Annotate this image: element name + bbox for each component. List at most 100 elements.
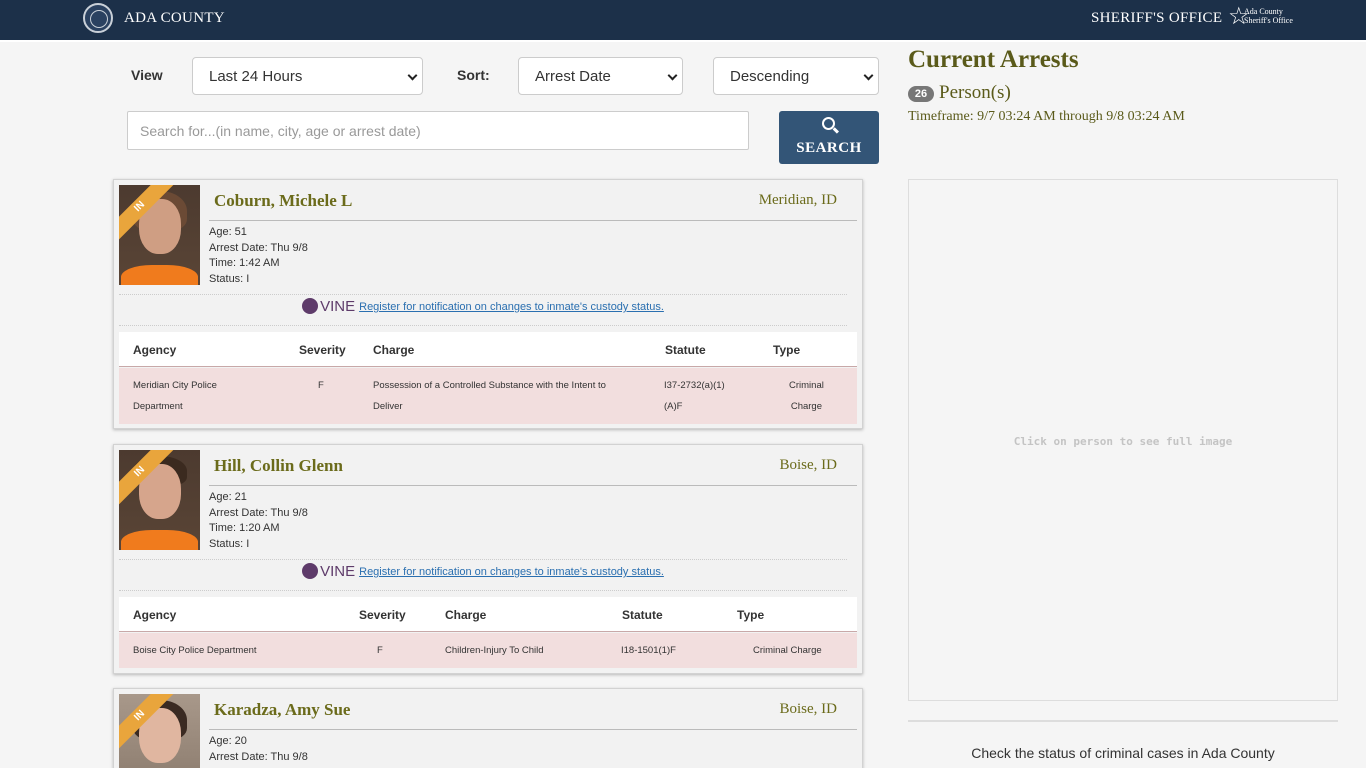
col-statute: Statute [622,608,663,622]
inmate-city: Meridian, ID [758,192,837,208]
mugshot-shirt [121,265,198,285]
col-charge: Charge [373,343,415,357]
inmate-details: Age: 20 Arrest Date: Thu 9/8 [209,734,308,765]
charge-description: Children-Injury To Child [445,645,544,656]
mugshot[interactable]: IN [119,694,200,768]
vine-brand: VINE [320,298,356,316]
order-select[interactable]: Descending [713,57,879,95]
search-icon [822,117,835,130]
inmate-name[interactable]: Hill, Collin Glenn [214,456,343,476]
arrest-card: IN Coburn, Michele L Meridian, ID Age: 5… [113,179,863,429]
vine-notification: VINE Register for notification on changes… [119,294,847,326]
col-agency: Agency [133,608,177,622]
sort-select[interactable]: Arrest Date [518,57,683,95]
person-count-badge: 26 [908,86,934,102]
arrest-date: Arrest Date: Thu 9/8 [209,241,308,254]
arrest-card: IN Karadza, Amy Sue Boise, ID Age: 20 Ar… [113,688,863,768]
arrest-time: Time: 1:20 AM [209,522,280,534]
col-charge: Charge [445,608,487,622]
charge-agency-line: Meridian City Police [133,380,217,391]
custody-status: Status: I [209,537,250,550]
arrest-date: Arrest Date: Thu 9/8 [209,750,308,763]
charge-type: Criminal Charge [753,645,822,656]
charge-statute: I37-2732(a)(1) (A)F [664,375,725,417]
inmate-name[interactable]: Karadza, Amy Sue [214,700,350,720]
name-divider [209,220,857,221]
mugshot-shirt [121,530,198,550]
timeframe-text: Timeframe: 9/7 03:24 AM through 9/8 03:2… [908,109,1185,124]
charge-statute-line: (A)F [664,401,683,412]
top-navbar: ADA COUNTY SHERIFF'S OFFICE ☆ Ada County… [0,0,1366,40]
search-button[interactable]: SEARCH [779,111,879,164]
charge-type: Criminal Charge [789,375,824,417]
navbar-divider [0,40,1366,42]
sheriffs-office-link[interactable]: SHERIFF'S OFFICE [1091,10,1222,27]
case-status-link[interactable]: Check the status of criminal cases in Ad… [908,745,1338,761]
charge-severity: F [377,645,383,656]
charge-statute: I18-1501(1)F [621,645,676,656]
charge-agency: Boise City Police Department [133,645,257,656]
col-type: Type [773,343,801,357]
arrest-card: IN Hill, Collin Glenn Boise, ID Age: 21 … [113,444,863,674]
col-severity: Severity [299,343,346,357]
charge-severity: F [318,380,324,391]
inmate-age: Age: 21 [209,491,247,503]
inmate-details: Age: 51 Arrest Date: Thu 9/8 Time: 1:42 … [209,225,308,287]
vine-notification: VINE Register for notification on changes… [119,559,847,591]
arrest-time: Time: 1:42 AM [209,257,280,269]
order-select-value: Descending [730,68,810,85]
col-type: Type [737,608,765,622]
section-divider [908,720,1338,722]
vine-logo-icon [302,563,319,580]
search-input[interactable]: Search for...(in name, city, age or arre… [127,111,749,150]
col-agency: Agency [133,343,177,357]
inmate-age: Age: 20 [209,735,247,747]
mugshot[interactable]: IN [119,185,200,285]
full-image-preview: Click on person to see full image [908,179,1338,701]
name-divider [209,485,857,486]
charge-type-line: Criminal [789,380,824,391]
search-button-label: SEARCH [796,140,862,156]
charges-table-header: Agency Severity Charge Statute Type [119,597,857,632]
chevron-down-icon [407,70,418,81]
vine-logo-icon [302,298,319,315]
vine-brand: VINE [320,563,356,581]
charge-description-line: Deliver [373,401,403,412]
mugshot[interactable]: IN [119,450,200,550]
logo-line-2: Sheriff's Office [1244,16,1293,25]
inmate-details: Age: 21 Arrest Date: Thu 9/8 Time: 1:20 … [209,490,308,552]
charge-row: Boise City Police Department F Children-… [119,633,857,668]
name-divider [209,729,857,730]
inmate-age: Age: 51 [209,226,247,238]
charge-statute-line: I37-2732(a)(1) [664,380,725,391]
page-title: Current Arrests [908,46,1079,73]
county-brand-link[interactable]: ADA COUNTY [124,10,225,27]
vine-register-link[interactable]: Register for notification on changes to … [359,301,664,313]
charge-agency: Meridian City Police Department [133,375,217,417]
view-select[interactable]: Last 24 Hours [192,57,423,95]
chevron-down-icon [863,70,874,81]
custody-status: Status: I [209,272,250,285]
inmate-city: Boise, ID [779,701,838,717]
charge-type-line: Charge [790,401,822,412]
sort-select-value: Arrest Date [535,68,611,85]
charge-description: Possession of a Controlled Substance wit… [373,375,606,417]
charge-description-line: Possession of a Controlled Substance wit… [373,380,606,391]
charges-table-header: Agency Severity Charge Statute Type [119,332,857,367]
charge-agency-line: Department [133,401,183,412]
col-severity: Severity [359,608,406,622]
view-select-value: Last 24 Hours [209,68,303,85]
view-label: View [131,67,163,83]
persons-label: Person(s) [939,82,1011,103]
chevron-down-icon [667,70,678,81]
vine-register-link[interactable]: Register for notification on changes to … [359,566,664,578]
col-statute: Statute [665,343,706,357]
county-seal-icon[interactable] [83,3,113,33]
sheriff-badge-logo[interactable]: ☆ Ada County Sheriff's Office [1228,3,1293,35]
inmate-city: Boise, ID [779,457,838,473]
sort-label: Sort: [457,67,490,83]
inmate-name[interactable]: Coburn, Michele L [214,191,352,211]
preview-hint: Click on person to see full image [1013,435,1233,448]
arrest-date: Arrest Date: Thu 9/8 [209,506,308,519]
search-placeholder: Search for...(in name, city, age or arre… [140,123,421,139]
